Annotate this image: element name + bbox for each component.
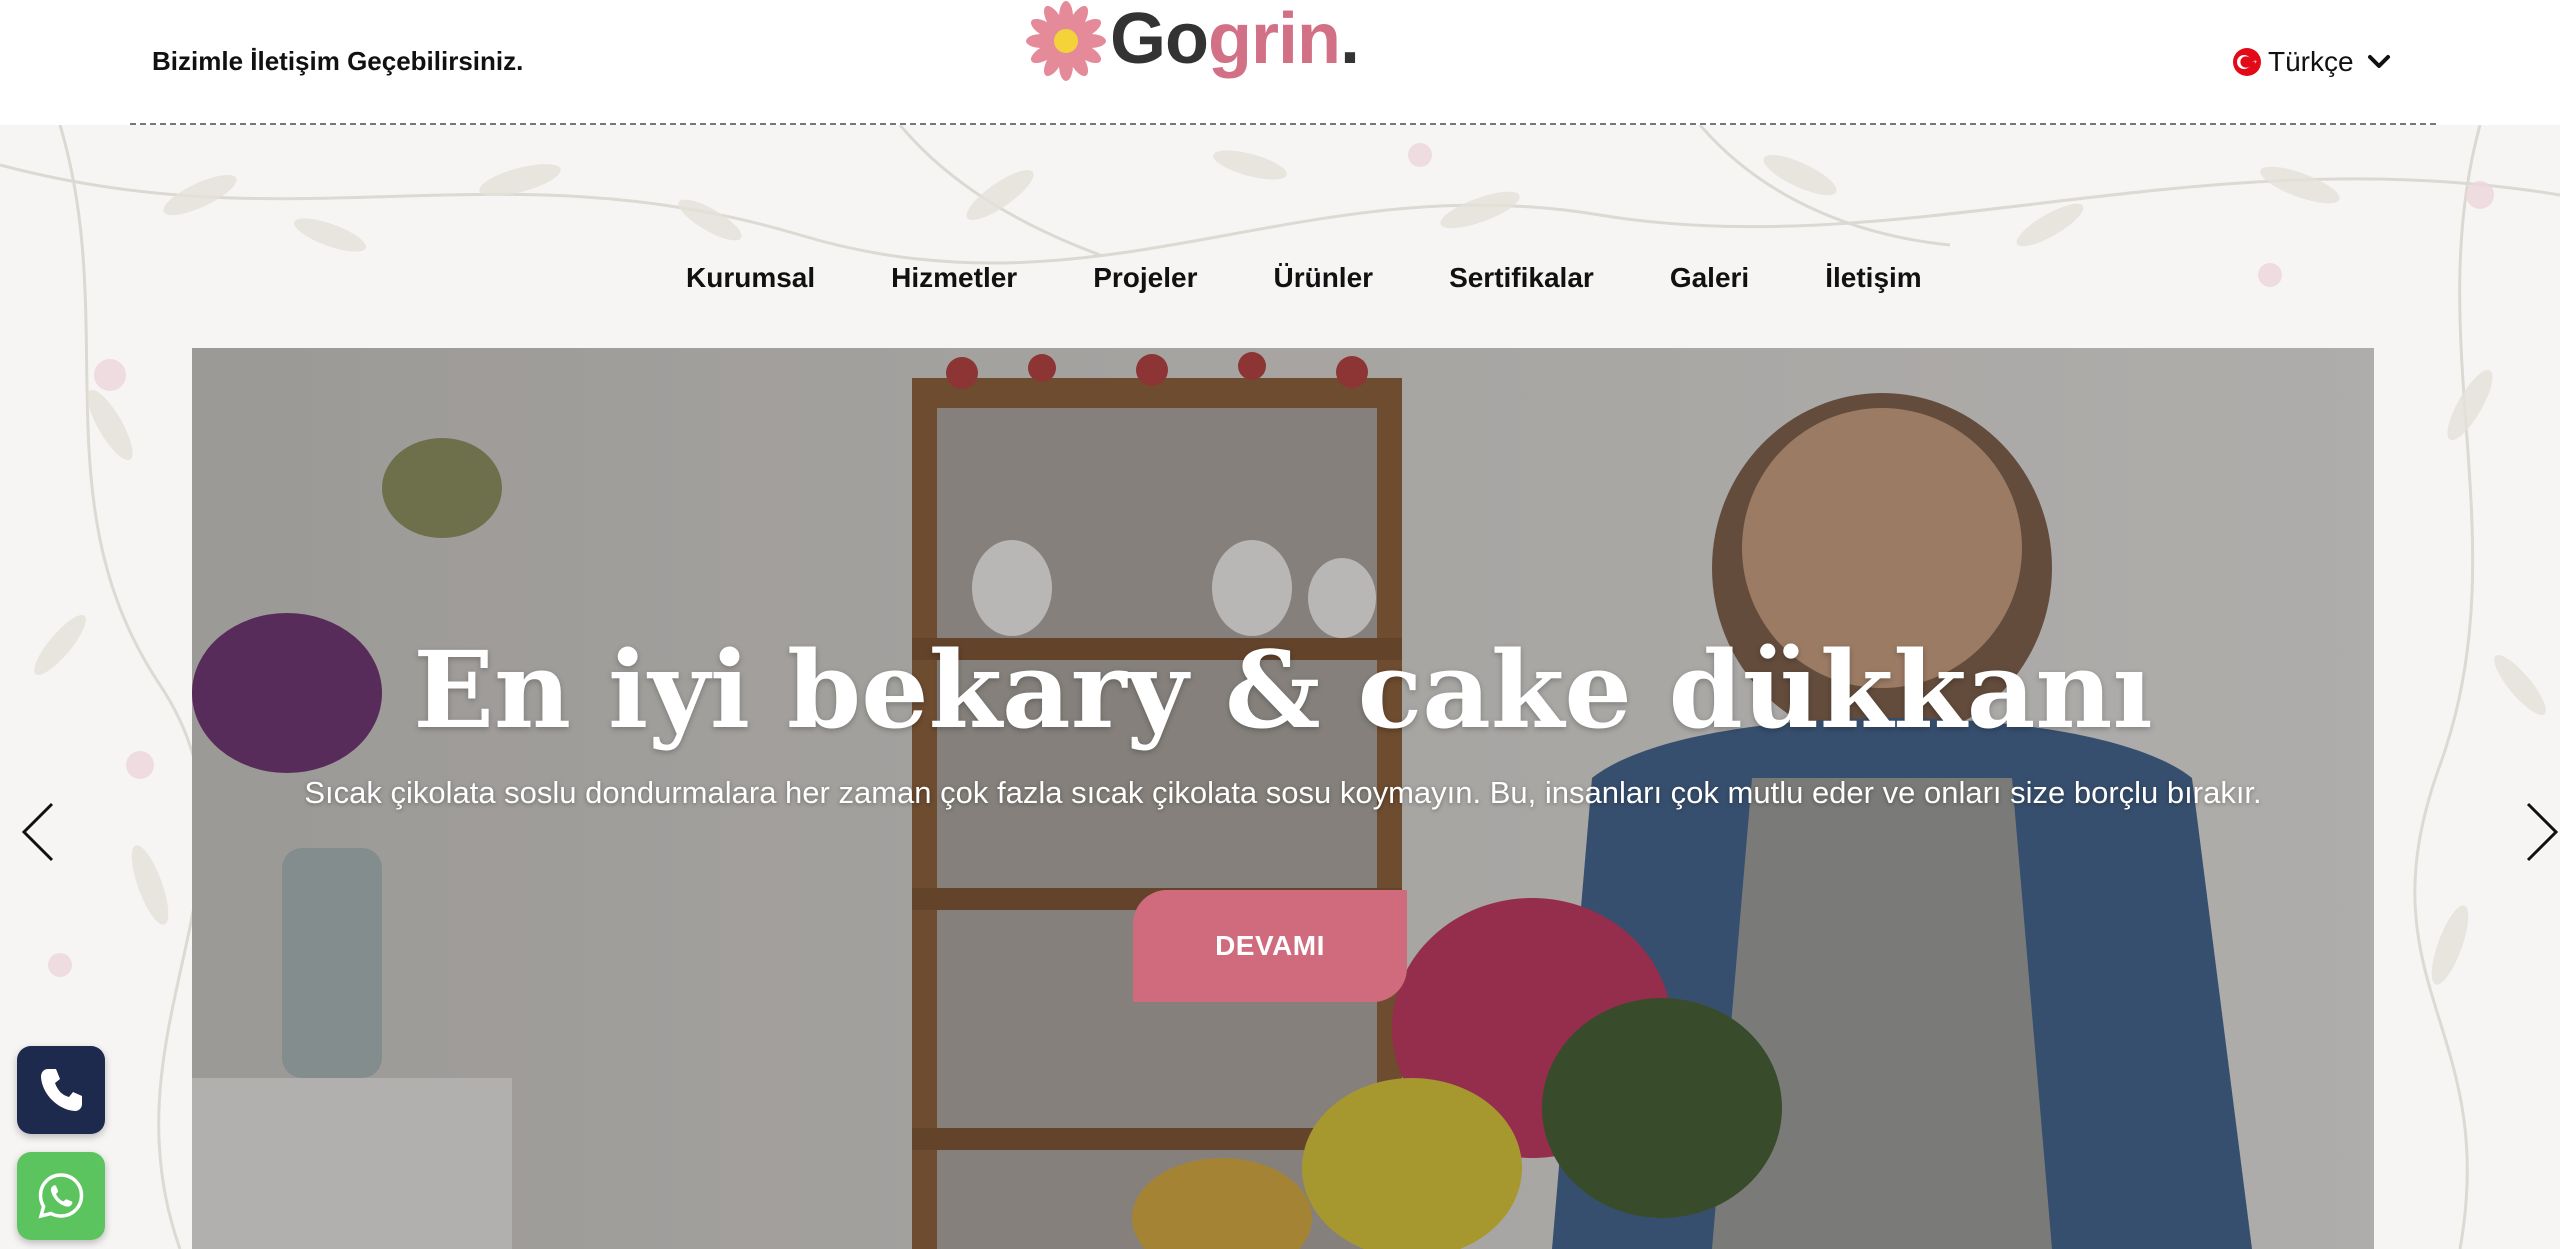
whatsapp-button[interactable]: [17, 1152, 105, 1240]
nav-item-iletisim[interactable]: İletişim: [1825, 262, 1921, 302]
hero-subtitle: Sıcak çikolata soslu dondurmalara her za…: [304, 775, 2262, 810]
nav-item-projeler[interactable]: Projeler: [1093, 262, 1197, 302]
chevron-right-icon[interactable]: [2522, 800, 2560, 864]
phone-button[interactable]: [17, 1046, 105, 1134]
turkey-flag-icon: [2233, 48, 2261, 76]
logo-part-1: Go: [1110, 0, 1209, 79]
logo-dot: .: [1339, 0, 1360, 79]
nav-item-urunler[interactable]: Ürünler: [1273, 262, 1373, 302]
whatsapp-icon: [38, 1173, 84, 1219]
hero-title: En iyi bekary & cake dükkanı: [413, 627, 2153, 752]
logo-wordmark: Gogrin.: [1110, 0, 1360, 80]
header-bar: Bizimle İletişim Geçebilirsiniz. Gogrin.…: [0, 0, 2560, 125]
language-label: Türkçe: [2268, 46, 2354, 77]
contact-text: Bizimle İletişim Geçebilirsiniz.: [152, 46, 524, 76]
nav-item-galeri[interactable]: Galeri: [1670, 262, 1749, 302]
hero-more-button[interactable]: DEVAMI: [1133, 890, 1407, 1002]
logo-part-2: grin: [1207, 0, 1341, 79]
nav-item-kurumsal[interactable]: Kurumsal: [686, 262, 815, 302]
chevron-left-icon[interactable]: [18, 800, 58, 864]
nav-item-sertifikalar[interactable]: Sertifikalar: [1449, 262, 1594, 302]
nav-item-hizmetler[interactable]: Hizmetler: [891, 262, 1017, 302]
chevron-down-icon: [2367, 55, 2390, 68]
main-nav: Kurumsal Hizmetler Projeler Ürünler Sert…: [686, 262, 1922, 302]
phone-icon: [41, 1069, 82, 1111]
header-divider: [130, 123, 2436, 125]
brand-logo[interactable]: Gogrin.: [1022, 0, 1360, 82]
flower-logo-icon: [1026, 1, 1106, 81]
language-selector[interactable]: Türkçe: [2232, 44, 2392, 80]
